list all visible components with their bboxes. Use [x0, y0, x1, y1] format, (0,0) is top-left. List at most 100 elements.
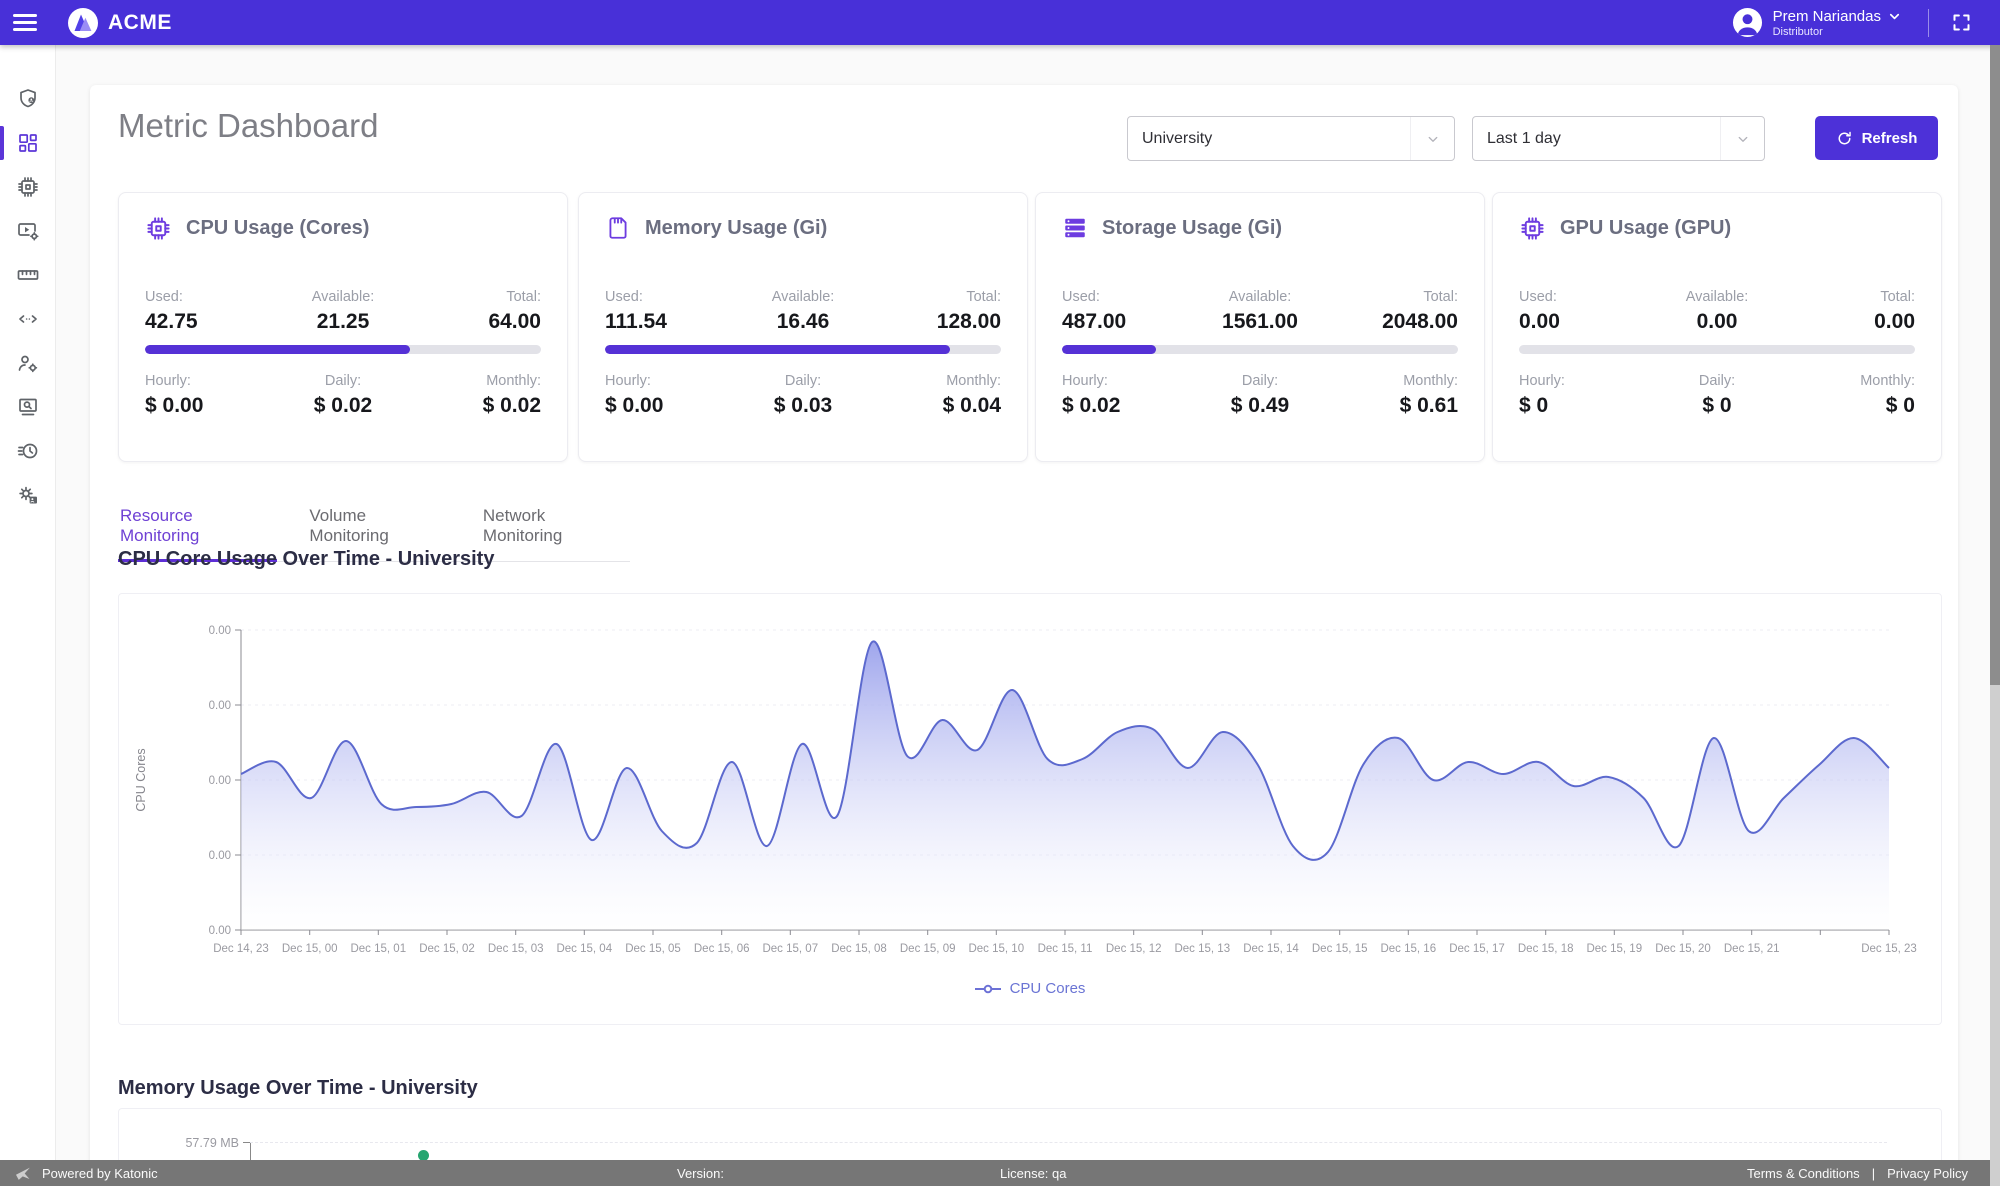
- chevron-down-icon: [1720, 117, 1764, 160]
- axis-tick: [243, 1142, 250, 1143]
- used-value: 487.00: [1062, 310, 1194, 334]
- available-label: Available:: [1651, 289, 1783, 305]
- daily-value: $ 0.49: [1194, 394, 1326, 418]
- gridline: [250, 1142, 1887, 1143]
- katonic-logo-icon: [14, 1164, 33, 1183]
- available-value: 1561.00: [1194, 310, 1326, 334]
- cpu-chart-card: 0.000.000.000.000.00Dec 14, 23Dec 15, 00…: [118, 593, 1942, 1025]
- total-label: Total:: [869, 289, 1001, 305]
- user-menu[interactable]: Prem Nariandas Distributor: [1732, 7, 1902, 38]
- svg-text:Dec 15, 00: Dec 15, 00: [282, 943, 338, 955]
- top-navbar: ACME Prem Nariandas Distributor: [0, 0, 2000, 45]
- storage-server-icon: [1062, 215, 1088, 241]
- service-settings-icon: [16, 483, 40, 507]
- metric-card-memory: Memory Usage (Gi) Used:111.54 Available:…: [578, 192, 1028, 462]
- used-label: Used:: [1062, 289, 1194, 305]
- sidebar-item-pipelines[interactable]: [0, 209, 55, 253]
- daily-value: $ 0: [1651, 394, 1783, 418]
- monthly-label: Monthly:: [1783, 373, 1915, 389]
- fullscreen-icon[interactable]: [1951, 12, 1972, 33]
- svg-text:Dec 15, 10: Dec 15, 10: [968, 943, 1024, 955]
- cpu-icon: [16, 175, 40, 199]
- total-label: Total:: [1326, 289, 1458, 305]
- daily-value: $ 0.03: [737, 394, 869, 418]
- total-value: 64.00: [409, 310, 541, 334]
- sidebar-item-metering[interactable]: [0, 253, 55, 297]
- used-value: 42.75: [145, 310, 277, 334]
- hourly-value: $ 0.00: [145, 394, 277, 418]
- daily-label: Daily:: [1194, 373, 1326, 389]
- usage-progress-bar: [1062, 345, 1458, 354]
- terms-link[interactable]: Terms & Conditions: [1747, 1166, 1860, 1181]
- sidebar-item-dashboard[interactable]: [0, 121, 55, 165]
- tab-network-monitoring[interactable]: Network Monitoring: [481, 502, 630, 562]
- available-label: Available:: [277, 289, 409, 305]
- hourly-value: $ 0: [1519, 394, 1651, 418]
- refresh-button[interactable]: Refresh: [1815, 116, 1938, 160]
- svg-text:Dec 15, 21: Dec 15, 21: [1724, 943, 1780, 955]
- powered-by-text: Powered by Katonic: [42, 1166, 158, 1181]
- scrollbar-track[interactable]: [1990, 45, 2000, 1186]
- brand-name: ACME: [108, 11, 172, 35]
- dashboard-panel: Metric Dashboard University Last 1 day R…: [90, 85, 1958, 1160]
- sidebar-item-monitoring[interactable]: [0, 385, 55, 429]
- avatar: [1732, 7, 1763, 38]
- total-label: Total:: [409, 289, 541, 305]
- card-title: Storage Usage (Gi): [1102, 217, 1282, 240]
- svg-text:Dec 15, 15: Dec 15, 15: [1312, 943, 1368, 955]
- svg-text:Dec 15, 19: Dec 15, 19: [1586, 943, 1642, 955]
- app-root: ACME Prem Nariandas Distributor: [0, 0, 2000, 1186]
- legend-cpu-cores[interactable]: CPU Cores: [119, 980, 1941, 997]
- daily-value: $ 0.02: [277, 394, 409, 418]
- svg-text:Dec 15, 18: Dec 15, 18: [1518, 943, 1574, 955]
- gpu-chip-icon: [1519, 215, 1546, 242]
- footer: Powered by Katonic Version: License: qa …: [0, 1160, 2000, 1186]
- svg-text:Dec 15, 13: Dec 15, 13: [1174, 943, 1230, 955]
- dashboard-icon: [16, 131, 40, 155]
- total-value: 2048.00: [1326, 310, 1458, 334]
- history-icon: [16, 439, 40, 463]
- sidebar-item-user-management[interactable]: [0, 341, 55, 385]
- svg-text:Dec 15, 11: Dec 15, 11: [1038, 943, 1093, 955]
- monthly-label: Monthly:: [1326, 373, 1458, 389]
- card-title: GPU Usage (GPU): [1560, 217, 1731, 240]
- scrollbar-thumb[interactable]: [1990, 45, 2000, 685]
- user-settings-icon: [16, 351, 40, 375]
- ruler-icon: [16, 263, 40, 287]
- available-label: Available:: [737, 289, 869, 305]
- svg-text:Dec 15, 05: Dec 15, 05: [625, 943, 681, 955]
- svg-text:0.00: 0.00: [209, 925, 231, 937]
- sidebar-item-compute[interactable]: [0, 165, 55, 209]
- version-text: Version:: [677, 1166, 724, 1181]
- sidebar-item-admin[interactable]: [0, 77, 55, 121]
- main-content: Metric Dashboard University Last 1 day R…: [56, 45, 1990, 1160]
- workspace-select[interactable]: University: [1127, 116, 1455, 161]
- refresh-icon: [1836, 130, 1853, 147]
- sidebar-item-audit-logs[interactable]: [0, 429, 55, 473]
- sidebar: [0, 45, 56, 1160]
- monthly-value: $ 0.61: [1326, 394, 1458, 418]
- timerange-select-value: Last 1 day: [1473, 130, 1720, 148]
- menu-icon[interactable]: [13, 14, 37, 31]
- timerange-select[interactable]: Last 1 day: [1472, 116, 1765, 161]
- y-axis-line: [250, 1142, 251, 1160]
- footer-separator: |: [1872, 1166, 1875, 1181]
- metric-card-cpu: CPU Usage (Cores) Used:42.75 Available:2…: [118, 192, 568, 462]
- workspace-select-value: University: [1128, 130, 1410, 148]
- total-value: 128.00: [869, 310, 1001, 334]
- memory-chart-card: 57.79 MB: [118, 1108, 1942, 1160]
- svg-text:Dec 15, 01: Dec 15, 01: [350, 943, 406, 955]
- hourly-value: $ 0.00: [605, 394, 737, 418]
- brand-logo: ACME: [67, 7, 172, 39]
- code-icon: [16, 307, 40, 331]
- sidebar-item-code[interactable]: [0, 297, 55, 341]
- sidebar-item-services[interactable]: [0, 473, 55, 517]
- monthly-value: $ 0.02: [409, 394, 541, 418]
- metric-card-storage: Storage Usage (Gi) Used:487.00 Available…: [1035, 192, 1485, 462]
- svg-text:Dec 15, 03: Dec 15, 03: [488, 943, 544, 955]
- svg-text:Dec 15, 12: Dec 15, 12: [1106, 943, 1162, 955]
- privacy-link[interactable]: Privacy Policy: [1887, 1166, 1968, 1181]
- user-name: Prem Nariandas: [1773, 8, 1881, 25]
- daily-label: Daily:: [737, 373, 869, 389]
- hourly-label: Hourly:: [1062, 373, 1194, 389]
